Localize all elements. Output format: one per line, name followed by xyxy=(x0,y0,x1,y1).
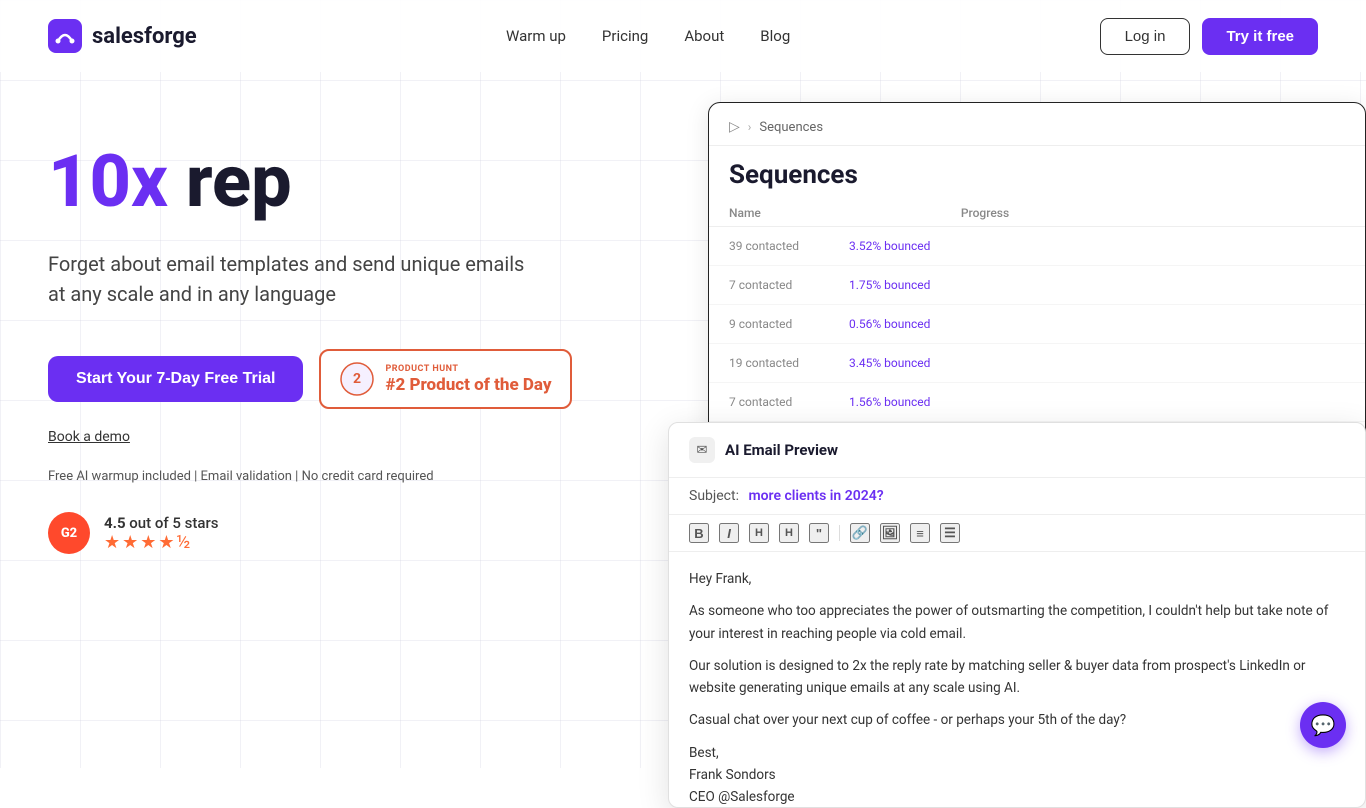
table-row: 9 contacted 0.56% bounced xyxy=(709,305,1365,344)
stat-contacted: 19 contacted xyxy=(729,356,829,370)
g2-rating-text: 4.5 out of 5 stars xyxy=(104,514,218,532)
table-row: 7 contacted 1.56% bounced xyxy=(709,383,1365,422)
g2-badge: G2 xyxy=(48,512,90,554)
logo-text: salesforge xyxy=(92,24,197,49)
hero-subtitle: Forget about email templates and send un… xyxy=(48,249,528,309)
italic-button[interactable]: I xyxy=(719,523,739,543)
features-text: Free AI warmup included | Email validati… xyxy=(48,469,668,484)
table-row: 7 contacted 1.75% bounced xyxy=(709,266,1365,305)
link-button[interactable]: 🔗 xyxy=(850,523,870,543)
list-button[interactable]: ≡ xyxy=(910,523,930,543)
stat-bounced: 0.56% bounced xyxy=(849,317,930,331)
hero-right: ▷ › Sequences Sequences Name Progress 39… xyxy=(668,112,1318,768)
ph-label: PRODUCT HUNT xyxy=(385,364,551,375)
email-preview-panel: ✉ AI Email Preview Subject: more clients… xyxy=(668,422,1366,808)
breadcrumb-home-icon: ▷ xyxy=(729,119,740,135)
sequences-title: Sequences xyxy=(709,146,1365,200)
email-p1: As someone who too appreciates the power… xyxy=(689,600,1345,645)
image-button[interactable]: 🖼 xyxy=(880,523,900,543)
stat-contacted: 9 contacted xyxy=(729,317,829,331)
email-panel-title: AI Email Preview xyxy=(725,441,838,459)
chat-icon: 💬 xyxy=(1311,713,1336,737)
stat-bounced: 1.75% bounced xyxy=(849,278,930,292)
cta-row: Start Your 7-Day Free Trial 2 PRODUCT HU… xyxy=(48,349,668,409)
hero-headline: 10x rep xyxy=(48,142,668,221)
table-row: 39 contacted 3.52% bounced xyxy=(709,227,1365,266)
nav-warmup[interactable]: Warm up xyxy=(506,27,566,45)
table-row: 19 contacted 3.45% bounced xyxy=(709,344,1365,383)
email-panel-header: ✉ AI Email Preview xyxy=(669,423,1365,478)
ordered-list-button[interactable]: ☰ xyxy=(940,523,960,543)
col-name: Name xyxy=(729,206,761,220)
chat-bubble[interactable]: 💬 xyxy=(1300,702,1346,748)
book-demo-link[interactable]: Book a demo xyxy=(48,429,668,445)
stat-contacted: 7 contacted xyxy=(729,278,829,292)
medal-icon: 2 xyxy=(339,361,375,397)
breadcrumb-label: Sequences xyxy=(759,120,823,135)
subject-link[interactable]: more clients in 2024? xyxy=(748,488,883,504)
stat-bounced: 3.52% bounced xyxy=(849,239,930,253)
login-button[interactable]: Log in xyxy=(1100,18,1191,55)
g2-rating: G2 4.5 out of 5 stars ★★★★½ xyxy=(48,512,668,554)
heading1-button[interactable]: H xyxy=(749,523,769,543)
logo[interactable]: salesforge xyxy=(48,19,197,53)
ph-rank: #2 Product of the Day xyxy=(385,375,551,395)
svg-text:2: 2 xyxy=(353,371,361,387)
email-p2: Our solution is designed to 2x the reply… xyxy=(689,655,1345,700)
table-header: Name Progress xyxy=(709,200,1365,227)
nav-about[interactable]: About xyxy=(684,27,724,45)
try-free-button[interactable]: Try it free xyxy=(1202,18,1318,55)
bold-button[interactable]: B xyxy=(689,523,709,543)
ph-text: PRODUCT HUNT #2 Product of the Day xyxy=(385,364,551,395)
nav-blog[interactable]: Blog xyxy=(760,27,790,45)
email-p3: Casual chat over your next cup of coffee… xyxy=(689,709,1345,731)
email-body: Hey Frank, As someone who too appreciate… xyxy=(669,552,1365,808)
email-greeting: Hey Frank, xyxy=(689,568,1345,590)
stat-bounced: 3.45% bounced xyxy=(849,356,930,370)
stat-bounced: 1.56% bounced xyxy=(849,395,930,409)
breadcrumb-separator: › xyxy=(748,120,752,134)
heading2-button[interactable]: H xyxy=(779,523,799,543)
g2-info: 4.5 out of 5 stars ★★★★½ xyxy=(104,514,218,553)
nav-pricing[interactable]: Pricing xyxy=(602,27,648,45)
stat-contacted: 7 contacted xyxy=(729,395,829,409)
logo-icon xyxy=(48,19,82,53)
col-progress: Progress xyxy=(961,206,1009,220)
sequences-panel: ▷ › Sequences Sequences Name Progress 39… xyxy=(708,102,1366,442)
header: salesforge Warm up Pricing About Blog Lo… xyxy=(0,0,1366,72)
stat-contacted: 39 contacted xyxy=(729,239,829,253)
subject-label: Subject: xyxy=(689,488,739,504)
table-body: 39 contacted 3.52% bounced 7 contacted 1… xyxy=(709,227,1365,442)
email-toolbar: B I H H " 🔗 🖼 ≡ ☰ xyxy=(669,515,1365,552)
header-actions: Log in Try it free xyxy=(1100,18,1318,55)
nav: Warm up Pricing About Blog xyxy=(506,27,790,45)
main-content: 10x rep Forget about email templates and… xyxy=(0,72,1366,768)
email-icon: ✉ xyxy=(689,437,715,463)
headline-highlight: 10x xyxy=(48,139,168,224)
email-signoff: Best, Frank Sondors CEO @Salesforge xyxy=(689,742,1345,808)
breadcrumb: ▷ › Sequences xyxy=(709,103,1365,146)
hero-section: 10x rep Forget about email templates and… xyxy=(48,112,668,768)
g2-stars: ★★★★½ xyxy=(104,532,218,553)
trial-button[interactable]: Start Your 7-Day Free Trial xyxy=(48,356,303,402)
quote-button[interactable]: " xyxy=(809,523,829,543)
email-subject: Subject: more clients in 2024? xyxy=(669,478,1365,515)
headline-rest: rep xyxy=(168,139,292,224)
toolbar-separator xyxy=(839,525,840,541)
product-hunt-badge[interactable]: 2 PRODUCT HUNT #2 Product of the Day xyxy=(319,349,571,409)
